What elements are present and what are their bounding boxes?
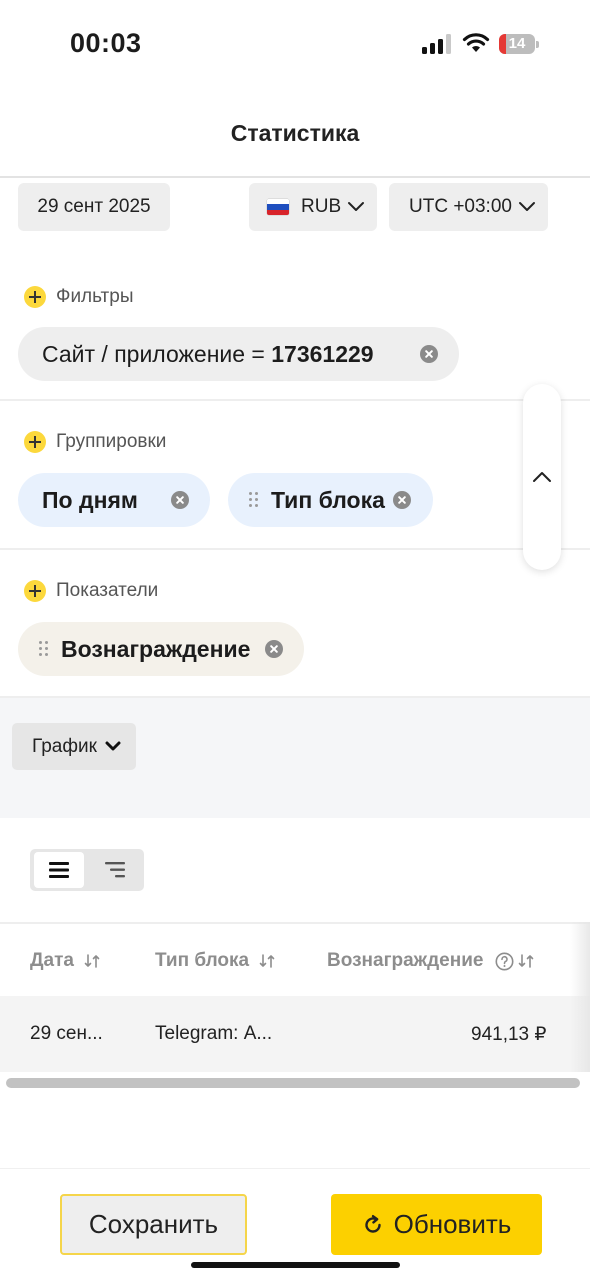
filter-chip-field: Сайт / приложение = [42, 341, 272, 367]
list-tree-icon [105, 862, 125, 878]
column-header-reward[interactable]: Вознаграждение [327, 950, 534, 972]
plus-icon [24, 431, 46, 453]
drag-handle-icon[interactable] [39, 641, 49, 657]
chevron-up-icon [533, 472, 551, 482]
help-icon[interactable] [495, 952, 514, 971]
date-selector-label: 29 сент 2025 [37, 196, 151, 217]
section-divider [0, 548, 590, 550]
remove-metric-icon[interactable] [265, 640, 283, 658]
wifi-icon [462, 33, 490, 52]
table-header: Дата Тип блока Вознаграждение [0, 922, 590, 996]
timezone-selector[interactable]: UTC +03:00 [389, 183, 548, 231]
metrics-section-label: Показатели [56, 580, 159, 601]
sort-icon [519, 954, 534, 968]
chevron-down-icon [105, 741, 121, 751]
chart-toggle-label: График [32, 735, 97, 757]
save-button-label: Сохранить [88, 1209, 219, 1239]
status-bar: 00:03 14 [0, 0, 590, 90]
cell-date: 29 сен... [30, 1023, 103, 1044]
collapse-panel-button[interactable] [523, 384, 561, 570]
grouping-chip-by-days[interactable]: По дням [18, 473, 210, 527]
table-row: 29 сен... Telegram: А... 941,13 ₽ [0, 996, 590, 1072]
filter-chip-value: 17361229 [271, 341, 374, 367]
add-grouping-button[interactable]: Группировки [24, 430, 166, 454]
list-flat-icon [49, 862, 69, 878]
horizontal-scrollbar[interactable] [6, 1078, 580, 1088]
refresh-icon [364, 1214, 381, 1233]
currency-selector-label: RUB [301, 196, 342, 217]
chart-area: График [0, 698, 590, 818]
filter-chip[interactable]: Сайт / приложение = 17361229 [18, 327, 459, 381]
scroll-fade [570, 922, 590, 1072]
chevron-down-icon [348, 202, 365, 211]
plus-icon [24, 580, 46, 602]
metric-chip-reward[interactable]: Вознаграждение [18, 622, 304, 676]
remove-grouping-icon[interactable] [171, 491, 189, 509]
sort-icon [84, 954, 100, 968]
column-header-label: Дата [30, 950, 74, 971]
timezone-selector-label: UTC +03:00 [409, 196, 512, 217]
battery-icon: 14 [499, 34, 539, 54]
column-header-block-type[interactable]: Тип блока [155, 950, 275, 972]
grouping-chip-label: Тип блока [271, 487, 385, 513]
add-filter-button[interactable]: Фильтры [24, 285, 133, 309]
save-button[interactable]: Сохранить [60, 1194, 247, 1255]
page-header: Статистика [0, 90, 590, 178]
drag-handle-icon[interactable] [249, 492, 259, 508]
metric-chip-label: Вознаграждение [61, 636, 251, 662]
chevron-down-icon [518, 202, 535, 211]
refresh-button[interactable]: Обновить [331, 1194, 542, 1255]
table-view-switch [30, 849, 144, 891]
column-header-date[interactable]: Дата [30, 950, 100, 972]
remove-filter-icon[interactable] [420, 345, 438, 363]
date-selector[interactable]: 29 сент 2025 [18, 183, 170, 231]
status-time: 00:03 [70, 28, 142, 58]
plus-icon [24, 286, 46, 308]
sort-icon [259, 954, 275, 968]
cell-reward: 941,13 ₽ [471, 1024, 547, 1045]
battery-level: 14 [508, 35, 526, 52]
cellular-signal-icon [422, 34, 454, 54]
groupings-section-label: Группировки [56, 431, 167, 452]
flat-view-button[interactable] [34, 852, 84, 888]
currency-selector[interactable]: RUB [249, 183, 377, 231]
column-header-label: Тип блока [155, 950, 250, 971]
section-divider [0, 399, 590, 401]
column-header-label: Вознаграждение [327, 950, 484, 971]
grouping-chip-label: По дням [42, 487, 138, 513]
filters-section-label: Фильтры [56, 286, 134, 307]
home-indicator [191, 1262, 400, 1268]
remove-grouping-icon[interactable] [393, 491, 411, 509]
tree-view-button[interactable] [90, 852, 140, 888]
page-title: Статистика [230, 120, 360, 146]
grouping-chip-block-type[interactable]: Тип блока [228, 473, 433, 527]
refresh-button-label: Обновить [393, 1209, 512, 1239]
cell-block-type: Telegram: А... [155, 1023, 273, 1044]
flag-ru-icon [267, 199, 289, 215]
add-metric-button[interactable]: Показатели [24, 579, 158, 603]
chart-toggle-button[interactable]: График [12, 723, 136, 770]
